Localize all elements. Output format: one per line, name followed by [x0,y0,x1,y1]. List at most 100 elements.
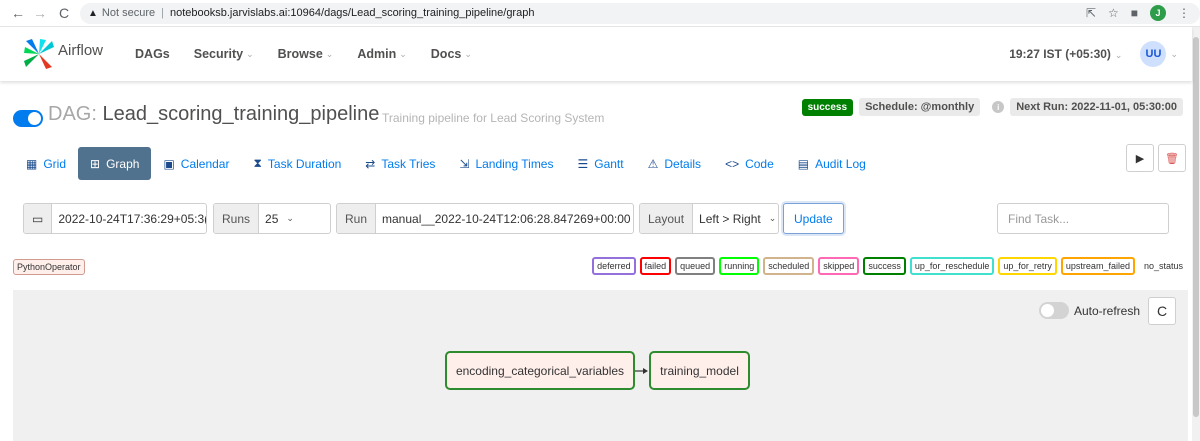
chevron-down-icon: ⌄ [246,48,254,59]
layout-value: Left > Right ⌄ [693,212,778,226]
dag-description: Training pipeline for Lead Scoring Syste… [382,111,605,125]
state-legend-deferred[interactable]: deferred [592,257,636,275]
back-arrow-icon[interactable]: ← [8,3,28,23]
dag-title: DAG: Lead_scoring_training_pipeline [48,103,379,126]
menu-docs-label: Docs [430,47,462,61]
dag-actions: ▶ 🗑 [1126,144,1186,172]
profile-avatar[interactable]: J [1150,5,1166,21]
tab-audit-log-label: Audit Log [815,156,866,171]
layout-label: Layout [640,204,694,233]
state-legend: deferred failed queued running scheduled skip… [592,257,1188,275]
state-legend-queued[interactable]: queued [675,257,716,275]
dag-pause-toggle[interactable] [13,110,43,127]
dag-status-badge: success [801,98,854,116]
bookmark-star-icon[interactable]: ☆ [1108,6,1119,20]
browser-toolbar: ← → C ▲ Not secure | notebooksb.jarvisla… [0,0,1200,27]
info-icon[interactable]: i [992,101,1005,113]
dag-meta: success Schedule: @monthly i Next Run: 2… [801,98,1183,116]
menu-browse[interactable]: Browse ⌄ [266,47,346,61]
brand-link[interactable]: Airflow [22,37,103,71]
tab-details-label: Details [664,156,702,171]
layout-select[interactable]: Layout Left > Right ⌄ [639,203,779,234]
user-menu[interactable]: UU ⌄ [1140,41,1178,67]
dag-header: DAG: Lead_scoring_training_pipeline Trai… [13,98,1183,134]
state-legend-no-status[interactable]: no_status [1138,257,1188,275]
tab-task-tries[interactable]: ⇄ Task Tries [353,147,447,180]
tab-task-duration-label: Task Duration [267,156,342,171]
tab-gantt[interactable]: ☰ Gantt [565,147,635,180]
tab-gantt-label: Gantt [594,156,624,171]
chevron-down-icon: ⌄ [768,213,777,223]
task-node-training[interactable]: training_model [649,351,750,390]
tab-calendar[interactable]: ▣ Calendar [151,147,241,180]
state-legend-running[interactable]: running [719,257,760,275]
code-icon: <> [725,156,740,171]
chevron-down-icon: ⌄ [286,213,294,223]
tab-grid-label: Grid [43,156,67,171]
runs-label: Runs [214,204,260,233]
menu-admin[interactable]: Admin ⌄ [345,47,418,61]
base-date-picker[interactable]: ▭ 2022-10-24T17:36:29+05:3( [23,203,207,234]
view-tabs: ▦ Grid ⊞ Graph ▣ Calendar ⧗ Task Duration ⇄ T… [14,147,878,180]
tab-grid[interactable]: ▦ Grid [14,147,78,180]
kebab-menu-icon[interactable]: ⋮ [1178,6,1190,20]
timezone-clock[interactable]: 19:27 IST (+05:30) ⌄ [1009,47,1122,61]
auto-refresh-switch[interactable] [1038,302,1069,319]
graph-icon: ⊞ [90,156,101,171]
grid-icon: ▦ [26,156,38,171]
menu-docs[interactable]: Docs ⌄ [419,47,484,61]
brand-name: Airflow [58,41,104,59]
state-legend-failed[interactable]: failed [639,257,672,275]
reload-icon[interactable]: C [54,3,74,23]
scrollbar-thumb[interactable] [1193,37,1199,417]
clock-text: 19:27 IST (+05:30) [1009,47,1111,61]
page-scrollbar[interactable] [1192,27,1200,441]
task-node-encoding[interactable]: encoding_categorical_variables [445,351,635,390]
trigger-dag-button[interactable]: ▶ [1126,144,1154,172]
tab-task-duration[interactable]: ⧗ Task Duration [241,147,353,180]
menu-dags[interactable]: DAGs [123,47,182,61]
dag-prefix: DAG: [48,103,97,125]
refresh-icon: C [1156,303,1168,319]
tab-code-label: Code [745,156,774,171]
menu-dags-label: DAGs [135,47,170,61]
tab-details[interactable]: ⚠ Details [636,147,713,180]
forward-arrow-icon[interactable]: → [30,3,50,23]
gantt-icon: ☰ [577,156,589,171]
schedule-box: Schedule: @monthly [859,98,981,116]
state-legend-success[interactable]: success [863,257,906,275]
menu-security[interactable]: Security ⌄ [182,47,266,61]
runs-select[interactable]: Runs 25 ⌄ [213,203,331,234]
refresh-button[interactable]: C [1148,297,1176,325]
tab-graph[interactable]: ⊞ Graph [78,147,152,180]
graph-canvas[interactable]: Auto-refresh C encoding_categorical_vari… [13,290,1188,441]
address-bar[interactable]: ▲ Not secure | notebooksb.jarvislabs.ai:… [80,2,1200,24]
run-value: manual__2022-10-24T12:06:28.847269+00:00… [376,212,633,226]
play-icon: ▶ [1135,152,1145,165]
hourglass-icon: ⧗ [253,156,262,170]
warning-triangle-icon: ⚠ [647,156,659,171]
browser-actions: ⇱ ☆ ■ J ⋮ [1086,3,1200,24]
run-select[interactable]: Run manual__2022-10-24T12:06:28.847269+0… [336,203,634,234]
tab-landing-times[interactable]: ⇲ Landing Times [447,147,565,180]
delete-dag-button[interactable]: 🗑 [1158,144,1186,172]
state-legend-upstream-failed[interactable]: upstream_failed [1060,257,1135,275]
state-legend-up-for-retry[interactable]: up_for_retry [998,257,1057,275]
audit-log-icon: ▤ [797,156,810,171]
warning-icon: ▲ [88,7,98,19]
base-date-addon: ▭ [24,204,53,233]
update-button[interactable]: Update [783,203,844,234]
tab-code[interactable]: <> Code [713,147,786,180]
side-panel-icon[interactable]: ■ [1131,6,1138,20]
menu-browse-label: Browse [277,47,323,61]
find-task-input[interactable]: Find Task... [997,203,1169,234]
tab-audit-log[interactable]: ▤ Audit Log [786,147,878,180]
navbar-right: 19:27 IST (+05:30) ⌄ UU ⌄ [1009,27,1178,81]
auto-refresh-control[interactable]: Auto-refresh [1038,302,1140,319]
state-legend-up-for-reschedule[interactable]: up_for_reschedule [909,257,995,275]
state-legend-skipped[interactable]: skipped [818,257,860,275]
menu-admin-label: Admin [357,47,397,61]
share-icon[interactable]: ⇱ [1086,6,1096,20]
state-legend-scheduled[interactable]: scheduled [763,257,815,275]
security-label: Not secure [101,7,156,19]
